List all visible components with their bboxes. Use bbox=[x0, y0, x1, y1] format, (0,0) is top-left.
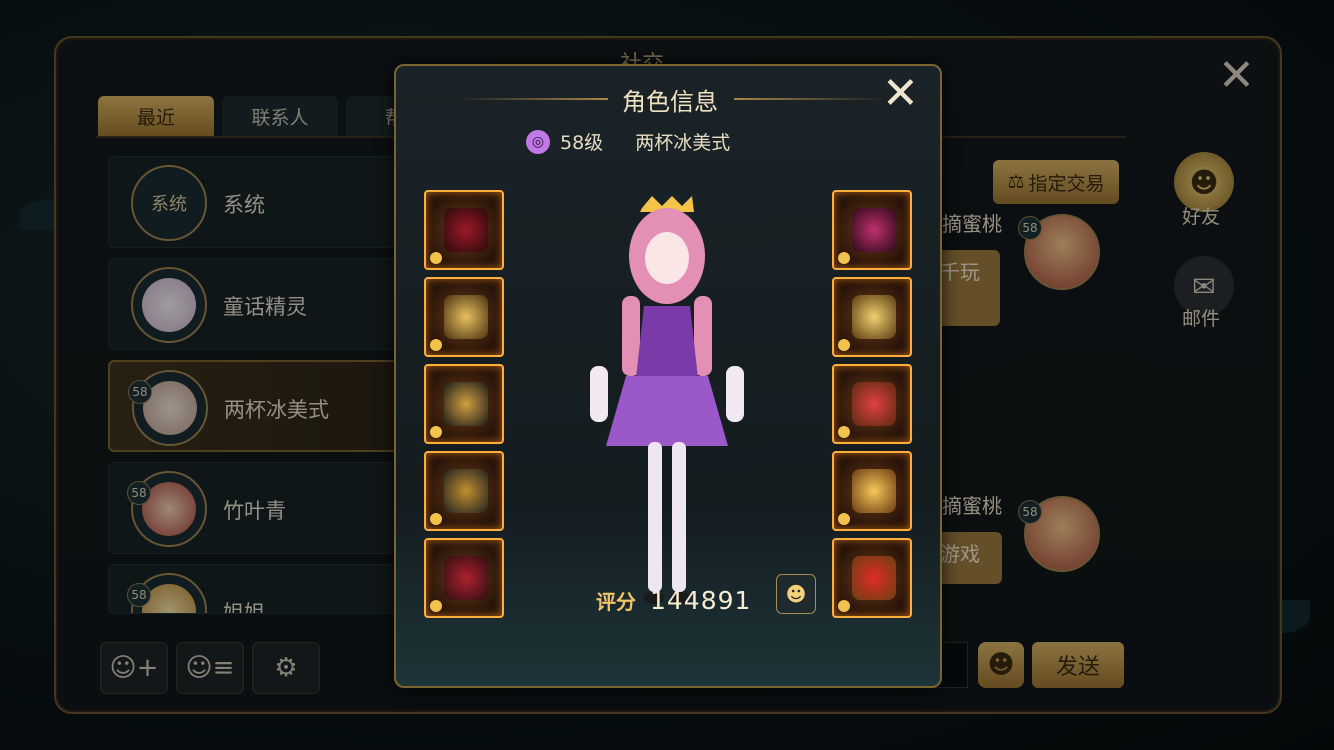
lock-icon bbox=[430, 252, 442, 264]
lock-icon bbox=[838, 426, 850, 438]
character-level: 58级 bbox=[560, 132, 604, 154]
earrings-icon bbox=[852, 469, 896, 513]
equip-slot-emblem[interactable] bbox=[832, 538, 912, 618]
gloves-icon bbox=[444, 208, 488, 252]
class-icon: ◎ bbox=[526, 129, 550, 154]
equip-slot-earrings[interactable] bbox=[832, 451, 912, 531]
character-model bbox=[590, 196, 744, 604]
close-icon[interactable]: ✕ bbox=[882, 72, 919, 116]
score-display: 评分 144891 bbox=[596, 586, 751, 615]
character-info-popup: 角色信息 ✕ ◎ 58级 两杯冰美式 评分 144891 ☻ bbox=[394, 64, 942, 688]
armor-icon bbox=[444, 382, 488, 426]
equip-slot-weapon[interactable] bbox=[832, 190, 912, 270]
equip-slot-gloves[interactable] bbox=[424, 190, 504, 270]
equip-slot-boots[interactable] bbox=[424, 538, 504, 618]
pet-button[interactable]: ☻ bbox=[776, 574, 816, 614]
pet-icon: ☻ bbox=[785, 582, 807, 606]
character-info-line: ◎ 58级 两杯冰美式 bbox=[526, 128, 730, 155]
equip-slot-pants[interactable] bbox=[424, 451, 504, 531]
lock-icon bbox=[430, 426, 442, 438]
lock-icon bbox=[838, 513, 850, 525]
score-label: 评分 bbox=[596, 590, 636, 614]
lock-icon bbox=[838, 252, 850, 264]
character-name: 两杯冰美式 bbox=[635, 132, 731, 154]
ring-icon bbox=[852, 382, 896, 426]
lock-icon bbox=[430, 513, 442, 525]
equip-slot-armor[interactable] bbox=[424, 364, 504, 444]
necklace-icon bbox=[852, 295, 896, 339]
equip-slot-ring[interactable] bbox=[832, 364, 912, 444]
lock-icon bbox=[838, 600, 850, 612]
lock-icon bbox=[430, 600, 442, 612]
equip-slot-shoulder[interactable] bbox=[424, 277, 504, 357]
lock-icon bbox=[838, 339, 850, 351]
lock-icon bbox=[430, 339, 442, 351]
equip-slot-necklace[interactable] bbox=[832, 277, 912, 357]
dagger-icon bbox=[852, 208, 896, 252]
score-value: 144891 bbox=[650, 586, 752, 615]
shoulder-icon bbox=[444, 295, 488, 339]
boots-icon bbox=[444, 556, 488, 600]
popup-title: 角色信息 bbox=[622, 88, 718, 116]
emblem-icon bbox=[852, 556, 896, 600]
pants-icon bbox=[444, 469, 488, 513]
